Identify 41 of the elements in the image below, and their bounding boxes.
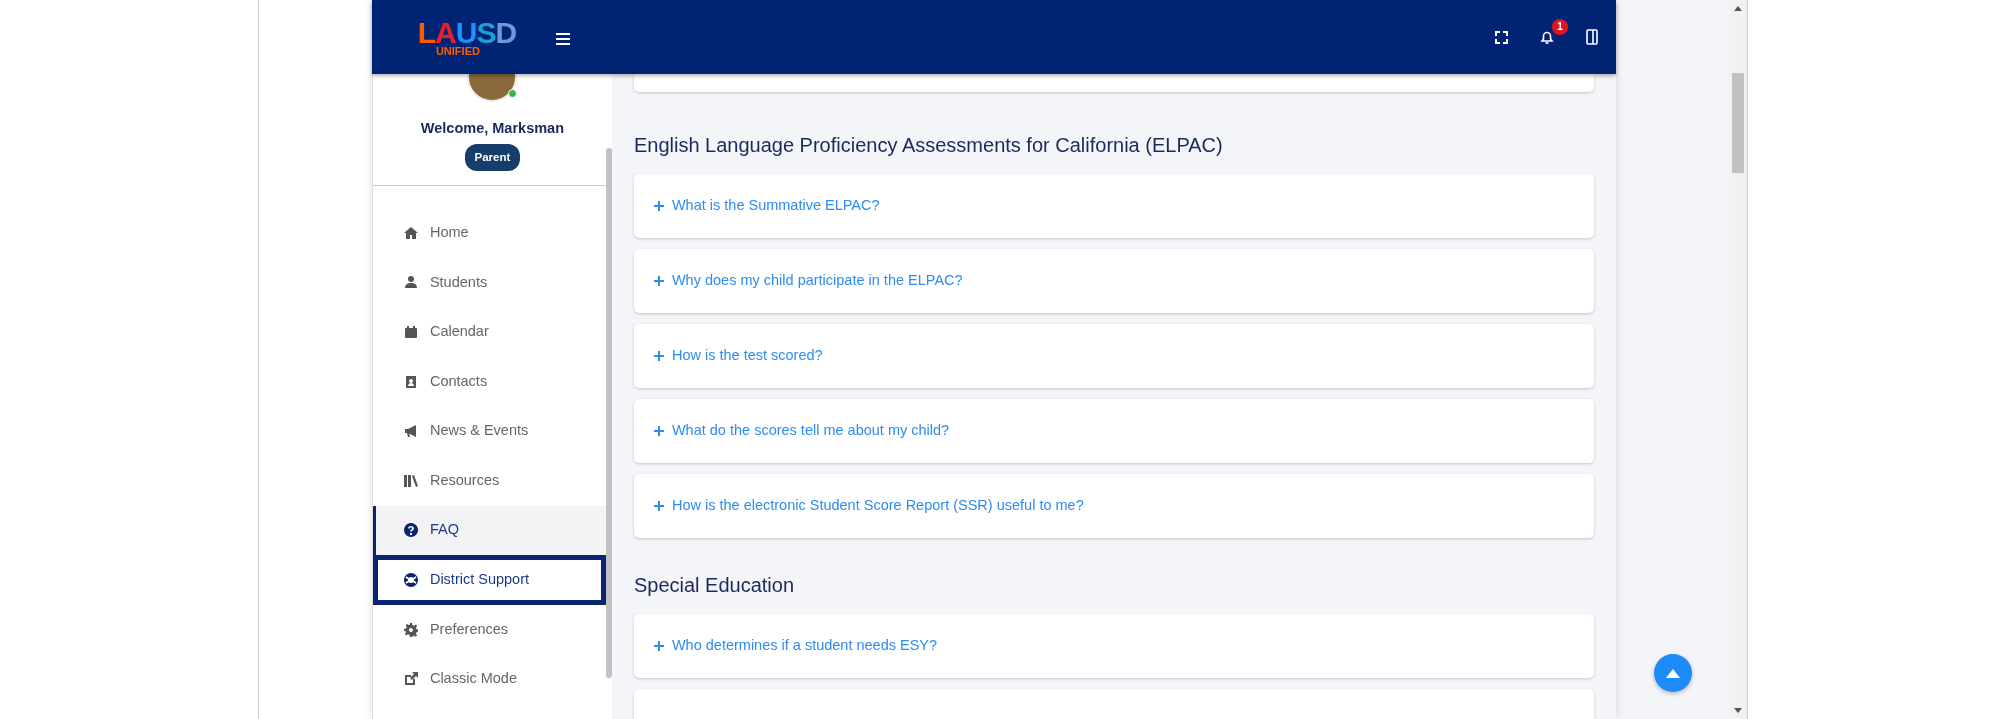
nav-item[interactable]: District Support: [372, 555, 606, 605]
faq-question[interactable]: How is the test scored?: [653, 345, 823, 367]
fullscreen-button[interactable]: [1493, 28, 1511, 46]
nav-item[interactable]: Contacts: [372, 356, 606, 407]
scroll-down-icon[interactable]: [1734, 708, 1742, 713]
external-link-icon: [403, 672, 418, 687]
faq-question[interactable]: Who determines if a student needs ESY?: [653, 635, 938, 657]
contact-card-icon: [403, 374, 418, 389]
panel-button[interactable]: [1584, 27, 1601, 47]
welcome-text: Welcome, Marksman: [419, 119, 565, 138]
nav-item[interactable]: News & Events: [372, 406, 606, 456]
faq-question[interactable]: Why does my child participate in the ELPAC?: [653, 270, 963, 292]
scrollbar[interactable]: [1732, 73, 1744, 173]
section-heading: Special Education: [633, 573, 796, 598]
faq-question[interactable]: How is the electronic Student Score Report (SSR) useful to me?: [653, 495, 1084, 517]
gear-icon: [403, 622, 418, 637]
nav-item[interactable]: Students: [372, 257, 606, 308]
nav-item[interactable]: Calendar: [372, 307, 606, 357]
notification-count: 1: [1552, 18, 1569, 35]
megaphone-icon: [403, 424, 418, 439]
section-heading: English Language Proficiency Assessments for California (ELPAC): [633, 133, 1224, 158]
logo: LAUSD UNIFIED: [416, 17, 518, 57]
faq-question[interactable]: What is the Summative ELPAC?: [653, 195, 880, 217]
scroll-up-icon[interactable]: [1734, 6, 1742, 11]
calendar-icon: [403, 325, 418, 339]
life-ring-icon: [403, 572, 418, 587]
nav-item[interactable]: Resources: [372, 455, 606, 506]
faq-question[interactable]: What do the scores tell me about my child?: [653, 420, 950, 442]
question-icon: [403, 523, 418, 538]
nav-item[interactable]: FAQ: [372, 505, 606, 556]
nav-item[interactable]: Preferences: [372, 604, 606, 655]
home-icon: [403, 225, 418, 240]
scroll-top-button[interactable]: [1653, 654, 1692, 692]
nav-item[interactable]: Home: [372, 208, 606, 258]
menu-icon: [555, 32, 570, 45]
user-icon: [403, 275, 418, 290]
scrollbar[interactable]: [605, 148, 612, 678]
nav-item[interactable]: Classic Mode: [372, 654, 606, 704]
caret-up-icon: [1665, 668, 1680, 678]
role-badge: Parent: [464, 143, 521, 171]
books-icon: [403, 473, 418, 488]
